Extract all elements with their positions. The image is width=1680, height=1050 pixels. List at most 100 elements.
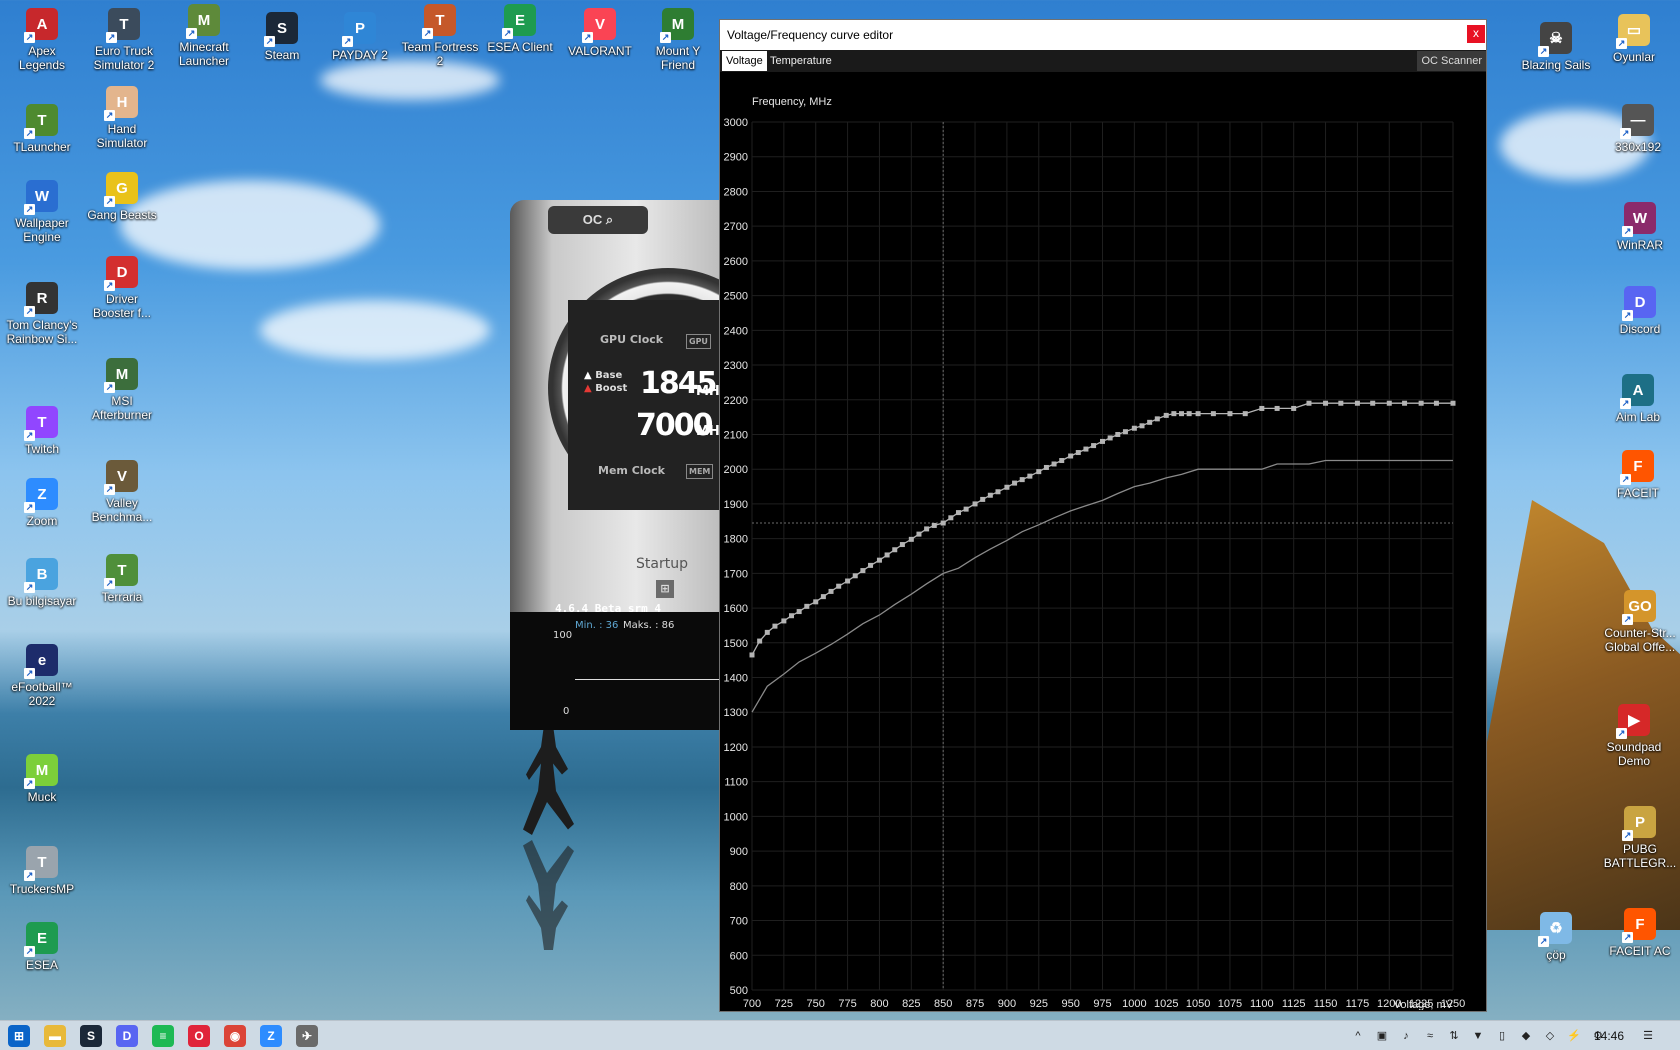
wifi-icon[interactable]: ≈	[1422, 1028, 1438, 1044]
tab-temperature[interactable]: Temperature	[766, 51, 836, 71]
desktop-shortcut[interactable]: ☠Blazing Sails	[1514, 22, 1598, 72]
clock[interactable]: 14:46	[1594, 1021, 1624, 1050]
curve-point[interactable]	[1195, 411, 1201, 417]
zoom-taskbar-icon[interactable]: Z	[260, 1025, 282, 1047]
curve-point[interactable]	[845, 578, 851, 584]
curve-point[interactable]	[1259, 405, 1265, 411]
desktop-shortcut[interactable]: BBu bilgisayar	[0, 558, 84, 608]
curve-point[interactable]	[804, 603, 810, 609]
desktop-shortcut[interactable]: HHand Simulator	[80, 86, 164, 150]
curve-point[interactable]	[1179, 411, 1185, 417]
curve-point[interactable]	[1131, 425, 1137, 431]
curve-point[interactable]	[1274, 405, 1280, 411]
curve-point[interactable]	[820, 594, 826, 600]
curve-point[interactable]	[1147, 419, 1153, 425]
curve-point[interactable]	[828, 588, 834, 594]
curve-point[interactable]	[1043, 464, 1049, 470]
curve-point[interactable]	[1027, 473, 1033, 479]
steam-taskbar-icon[interactable]: S	[80, 1025, 102, 1047]
curve-point[interactable]	[1354, 400, 1360, 406]
usb-icon[interactable]: ▯	[1494, 1028, 1510, 1044]
curve-point[interactable]	[1370, 400, 1376, 406]
desktop-shortcut[interactable]: FFACEIT AC	[1598, 908, 1680, 958]
curve-point[interactable]	[1402, 400, 1408, 406]
curve-point[interactable]	[1163, 412, 1169, 418]
curve-point[interactable]	[1386, 400, 1392, 406]
desktop-shortcut[interactable]: FFACEIT	[1596, 450, 1680, 500]
curve-point[interactable]	[1186, 411, 1192, 417]
volume-icon[interactable]: ♪	[1398, 1028, 1414, 1044]
afterburner-taskbar-icon[interactable]: ✈	[296, 1025, 318, 1047]
spotify-taskbar-icon[interactable]: ≡	[152, 1025, 174, 1047]
curve-point[interactable]	[852, 573, 858, 579]
curve-point[interactable]	[876, 557, 882, 563]
network-icon[interactable]: ⇅	[1446, 1028, 1462, 1044]
curve-point[interactable]	[1012, 480, 1018, 486]
desktop-shortcut[interactable]: MMSI Afterburner	[80, 358, 164, 422]
curve-point[interactable]	[948, 515, 954, 521]
curve-point[interactable]	[1075, 450, 1081, 456]
curve-point[interactable]	[1242, 411, 1248, 417]
startup-label[interactable]: Startup	[636, 556, 688, 572]
windows-startup-icon[interactable]: ⊞	[656, 580, 674, 598]
curve-point[interactable]	[1115, 431, 1121, 437]
curve-point[interactable]	[955, 510, 961, 516]
desktop-shortcut[interactable]: PPAYDAY 2	[318, 12, 402, 62]
desktop-shortcut[interactable]: GOCounter-Str... Global Offe...	[1598, 590, 1680, 654]
curve-point[interactable]	[916, 531, 922, 537]
desktop-shortcut[interactable]: TTruckersMP	[0, 846, 84, 896]
close-button[interactable]: x	[1467, 25, 1485, 43]
desktop-shortcut[interactable]: MMount Y Friend	[636, 8, 720, 72]
desktop-shortcut[interactable]: EESEA	[0, 922, 84, 972]
afterburner-tray-icon[interactable]: ⚡	[1566, 1028, 1582, 1044]
opera-taskbar-icon[interactable]: O	[188, 1025, 210, 1047]
curve-point[interactable]	[987, 492, 993, 498]
curve-point[interactable]	[1100, 438, 1105, 444]
curve-point[interactable]	[796, 609, 802, 615]
curve-point[interactable]	[884, 552, 890, 558]
curve-point[interactable]	[1291, 405, 1297, 411]
curve-point[interactable]	[1433, 400, 1439, 406]
curve-point[interactable]	[757, 638, 763, 644]
tab-voltage[interactable]: Voltage	[722, 51, 767, 71]
desktop-shortcut[interactable]: SSteam	[240, 12, 324, 62]
desktop-shortcut[interactable]: —330x192	[1596, 104, 1680, 154]
curve-point[interactable]	[1122, 429, 1128, 435]
desktop-shortcut[interactable]: VVALORANT	[558, 8, 642, 58]
curve-point[interactable]	[972, 501, 978, 507]
desktop-shortcut[interactable]: TTwitch	[0, 406, 84, 456]
curve-point[interactable]	[931, 522, 937, 528]
curve-point[interactable]	[1450, 400, 1456, 406]
curve-point[interactable]	[1019, 477, 1025, 483]
curve-point[interactable]	[868, 562, 874, 568]
windows-start-icon[interactable]: ⊞	[8, 1025, 30, 1047]
desktop-shortcut[interactable]: AApex Legends	[0, 8, 84, 72]
curve-point[interactable]	[1210, 411, 1216, 417]
curve-point[interactable]	[1068, 453, 1074, 459]
desktop-shortcut[interactable]: EESEA Client	[478, 4, 562, 54]
desktop-shortcut[interactable]: MMuck	[0, 754, 84, 804]
curve-point[interactable]	[764, 629, 770, 635]
curve-point[interactable]	[892, 547, 898, 553]
curve-point[interactable]	[980, 496, 986, 502]
curve-point[interactable]	[1059, 458, 1065, 464]
desktop-shortcut[interactable]: TTLauncher	[0, 104, 84, 154]
curve-point[interactable]	[963, 506, 969, 512]
desktop-shortcut[interactable]: PPUBG BATTLEGR...	[1598, 806, 1680, 870]
curve-point[interactable]	[1323, 400, 1329, 406]
desktop-shortcut[interactable]: ▶Soundpad Demo	[1592, 704, 1676, 768]
curve-point[interactable]	[1083, 446, 1089, 452]
curve-point[interactable]	[749, 652, 755, 658]
desktop-shortcut[interactable]: eeFootball™ 2022	[0, 644, 84, 708]
curve-point[interactable]	[781, 618, 787, 624]
curve-point[interactable]	[940, 520, 946, 526]
desktop-shortcut[interactable]: TTeam Fortress 2	[398, 4, 482, 68]
curve-point[interactable]	[1154, 416, 1160, 422]
curve-point[interactable]	[1139, 423, 1145, 429]
desktop-shortcut[interactable]: DDriver Booster f...	[80, 256, 164, 320]
curve-point[interactable]	[1051, 461, 1057, 467]
discord-taskbar-icon[interactable]: D	[116, 1025, 138, 1047]
antivirus-icon[interactable]: ▼	[1470, 1028, 1486, 1044]
curve-point[interactable]	[1091, 443, 1097, 449]
desktop-shortcut[interactable]: GGang Beasts	[80, 172, 164, 222]
